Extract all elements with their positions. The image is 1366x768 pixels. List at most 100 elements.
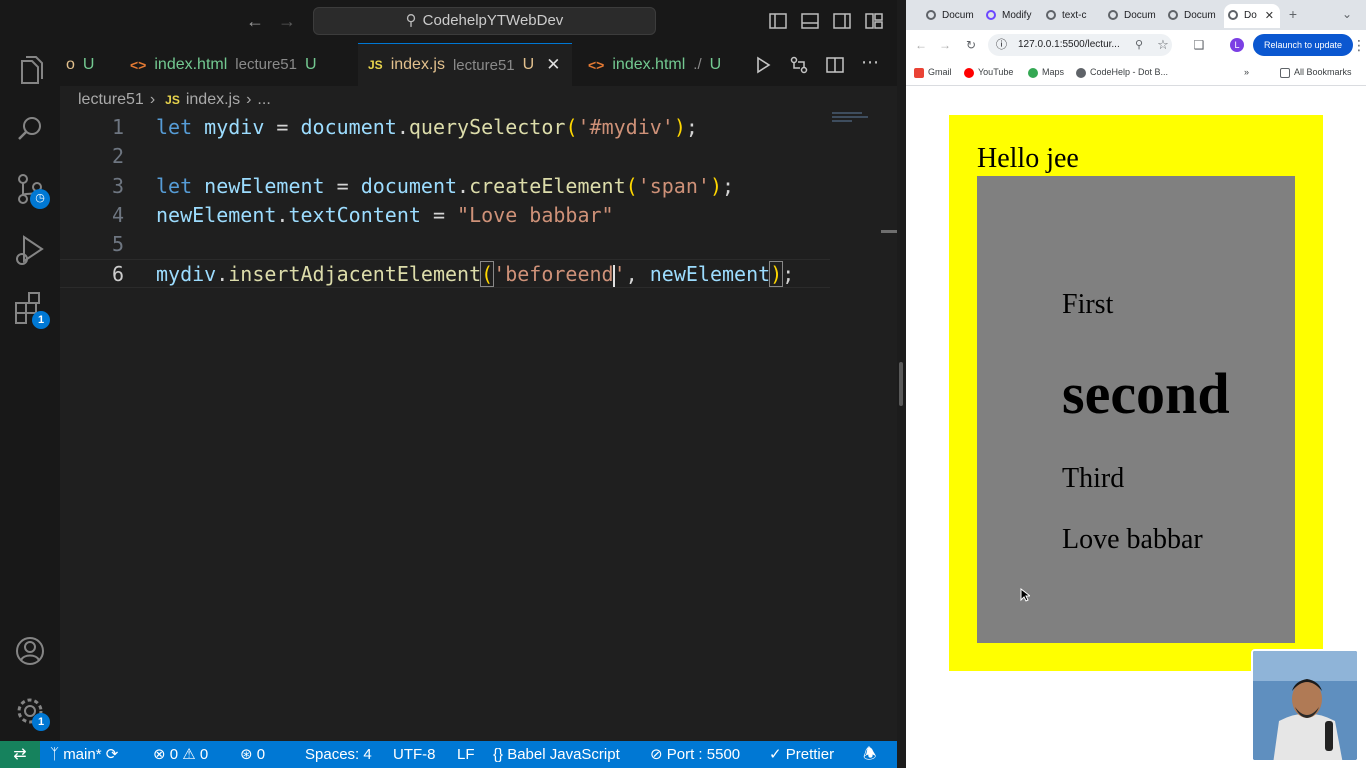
- compare-changes-icon[interactable]: [789, 55, 809, 75]
- code-editor[interactable]: 1 let mydiv = document.querySelector('#m…: [60, 112, 880, 732]
- item-first: First: [1062, 289, 1114, 320]
- breadcrumb-folder[interactable]: lecture51: [78, 91, 144, 109]
- branch-status[interactable]: ᛉ main* ⟳: [50, 741, 118, 768]
- close-tab-icon[interactable]: ✕: [1265, 4, 1274, 28]
- more-bookmarks-icon[interactable]: »: [1244, 67, 1249, 77]
- browser-tab[interactable]: text-c: [1042, 4, 1098, 28]
- back-icon[interactable]: ←: [914, 38, 928, 52]
- code-line[interactable]: 3 let newElement = document.createElemen…: [60, 172, 830, 201]
- line-number: 2: [111, 144, 124, 168]
- code-line[interactable]: 4 newElement.textContent = "Love babbar": [60, 201, 830, 230]
- tab-search-icon[interactable]: ⌄: [1340, 7, 1354, 21]
- toggle-secondary-sidebar-icon[interactable]: [831, 10, 853, 32]
- browser-tab-strip: Docum Modify text-c Docum Docum Do ✕ + ⌄: [906, 0, 1366, 30]
- js-file-icon: JS: [165, 93, 180, 107]
- notifications-bell-icon[interactable]: 🕭: [863, 741, 876, 768]
- explorer-icon[interactable]: [10, 51, 50, 91]
- ports-status[interactable]: ⊛ 0: [240, 741, 265, 768]
- close-icon[interactable]: ✕: [546, 55, 560, 75]
- presenter-video-icon: [1253, 651, 1357, 760]
- youtube-icon: [964, 67, 974, 78]
- code-line[interactable]: 5: [60, 230, 830, 259]
- split-sash[interactable]: [899, 362, 903, 406]
- customize-layout-icon[interactable]: [863, 10, 885, 32]
- breadcrumb-file[interactable]: index.js: [186, 91, 240, 109]
- reload-icon[interactable]: ↻: [964, 38, 978, 52]
- extensions-badge: 1: [32, 311, 50, 329]
- bookmark-codehelp[interactable]: CodeHelp - Dot B...: [1076, 67, 1168, 78]
- more-actions-icon[interactable]: ⋯: [861, 53, 881, 75]
- mouse-cursor-icon: [1020, 588, 1030, 602]
- browser-tab[interactable]: Modify: [982, 4, 1038, 28]
- html-file-icon: <>: [130, 56, 147, 73]
- globe-icon: [926, 10, 936, 21]
- accounts-icon[interactable]: [10, 631, 50, 671]
- extensions-icon[interactable]: 1: [10, 289, 50, 329]
- remote-indicator-icon[interactable]: ⇄: [0, 741, 40, 768]
- browser-tab[interactable]: Docum: [1104, 4, 1162, 28]
- tab-dir: ./: [693, 56, 702, 73]
- profile-avatar[interactable]: L: [1230, 38, 1244, 52]
- browser-menu-icon[interactable]: ⋮: [1352, 38, 1366, 52]
- item-second: second: [1062, 361, 1230, 426]
- tab-dir: lecture51: [235, 56, 297, 73]
- sync-icon[interactable]: ⟳: [106, 746, 119, 763]
- live-server-status[interactable]: ⊘ Port : 5500: [650, 741, 740, 768]
- layout-controls: [767, 10, 885, 32]
- title-bar: ← → ⚲ CodehelpYTWebDev: [0, 0, 897, 43]
- line-code: mydiv.insertAdjacentElement('beforeend',…: [156, 261, 795, 287]
- back-arrow-icon[interactable]: ←: [244, 10, 266, 32]
- bookmark-youtube[interactable]: YouTube: [964, 67, 1013, 78]
- toggle-panel-icon[interactable]: [799, 10, 821, 32]
- forward-arrow-icon[interactable]: →: [276, 10, 298, 32]
- tab-partial[interactable]: o U: [56, 43, 118, 86]
- encoding-status[interactable]: UTF-8: [393, 741, 436, 768]
- run-icon[interactable]: [753, 55, 773, 75]
- bookmark-maps[interactable]: Maps: [1028, 67, 1064, 78]
- code-line[interactable]: 2: [60, 142, 830, 171]
- no-entry-icon: ⊘: [650, 746, 663, 763]
- minimap[interactable]: [832, 112, 880, 126]
- problems-status[interactable]: ⊗ 0 ⚠ 0: [153, 741, 208, 768]
- editor-actions: ⋯: [753, 53, 881, 75]
- activity-bar: ◷ 1 1: [0, 43, 60, 741]
- tab-index-js[interactable]: JS index.js lecture51 U ✕: [358, 43, 572, 86]
- toggle-sidebar-icon[interactable]: [767, 10, 789, 32]
- browser-tab[interactable]: Docum: [922, 4, 980, 28]
- browser-tab-active[interactable]: Do ✕: [1224, 4, 1280, 28]
- language-status[interactable]: {} Babel JavaScript: [493, 741, 620, 768]
- code-line-current[interactable]: 6 mydiv.insertAdjacentElement('beforeend…: [60, 259, 830, 288]
- new-tab-icon[interactable]: +: [1286, 7, 1300, 21]
- globe-icon: [1228, 10, 1238, 21]
- line-number: 5: [111, 232, 124, 256]
- browser-tab[interactable]: Docum: [1164, 4, 1220, 28]
- settings-gear-icon[interactable]: 1: [10, 691, 50, 731]
- bookmark-gmail[interactable]: Gmail: [914, 67, 952, 78]
- indentation-status[interactable]: Spaces: 4: [305, 741, 372, 768]
- scrollbar-indicator[interactable]: [881, 230, 897, 233]
- extensions-puzzle-icon[interactable]: ❑: [1192, 38, 1206, 52]
- command-center[interactable]: ⚲ CodehelpYTWebDev: [313, 7, 656, 35]
- prettier-status[interactable]: ✓ Prettier: [769, 741, 834, 768]
- search-icon[interactable]: [10, 109, 50, 149]
- eol-status[interactable]: LF: [457, 741, 475, 768]
- site-info-icon[interactable]: ⓘ: [996, 34, 1007, 56]
- tab-index-html-lecture51[interactable]: <> index.html lecture51 U: [120, 43, 352, 86]
- source-control-icon[interactable]: ◷: [10, 169, 50, 209]
- all-bookmarks[interactable]: All Bookmarks: [1280, 67, 1352, 78]
- bookmark-star-icon[interactable]: ☆: [1156, 38, 1170, 52]
- forward-icon[interactable]: →: [938, 38, 952, 52]
- branch-name: main*: [63, 746, 102, 763]
- tab-status: U: [305, 55, 317, 73]
- split-editor-icon[interactable]: [825, 55, 845, 75]
- code-line[interactable]: 1 let mydiv = document.querySelector('#m…: [60, 113, 830, 142]
- relaunch-button[interactable]: Relaunch to update: [1253, 34, 1353, 56]
- breadcrumb-symbol[interactable]: ...: [257, 91, 270, 109]
- zoom-icon[interactable]: ⚲: [1132, 38, 1146, 52]
- globe-icon: [1046, 10, 1056, 21]
- tab-label: index.js: [390, 56, 445, 73]
- tab-index-html-root[interactable]: <> index.html ./ U: [578, 43, 736, 86]
- folder-icon: [1280, 67, 1290, 78]
- tab-status: U: [522, 56, 535, 73]
- run-debug-icon[interactable]: [10, 229, 50, 269]
